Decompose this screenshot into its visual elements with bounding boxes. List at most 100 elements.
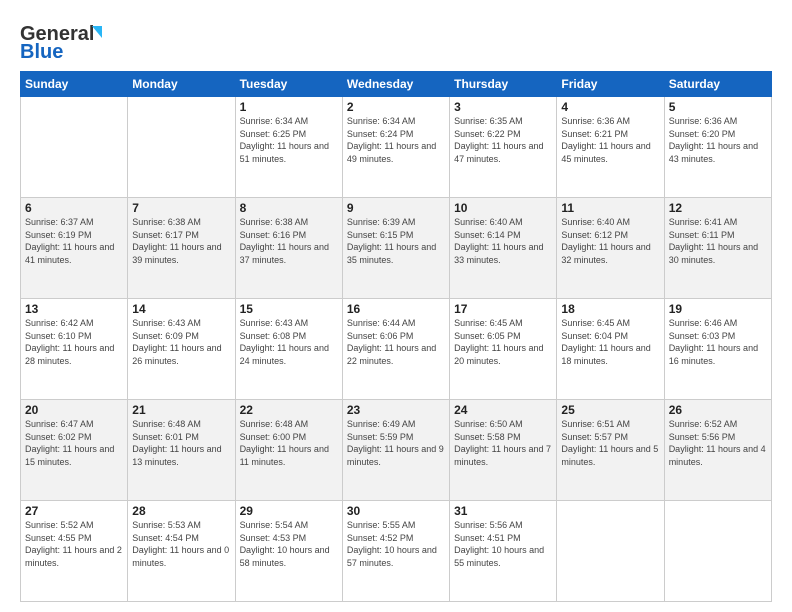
calendar-cell <box>128 97 235 198</box>
day-number: 7 <box>132 201 230 215</box>
day-info: Sunrise: 6:34 AM Sunset: 6:24 PM Dayligh… <box>347 115 445 165</box>
calendar-cell: 7Sunrise: 6:38 AM Sunset: 6:17 PM Daylig… <box>128 198 235 299</box>
weekday-header: Sunday <box>21 72 128 97</box>
day-info: Sunrise: 6:40 AM Sunset: 6:14 PM Dayligh… <box>454 216 552 266</box>
calendar-cell: 19Sunrise: 6:46 AM Sunset: 6:03 PM Dayli… <box>664 299 771 400</box>
day-info: Sunrise: 6:50 AM Sunset: 5:58 PM Dayligh… <box>454 418 552 468</box>
day-number: 24 <box>454 403 552 417</box>
day-number: 28 <box>132 504 230 518</box>
day-number: 4 <box>561 100 659 114</box>
calendar-cell: 21Sunrise: 6:48 AM Sunset: 6:01 PM Dayli… <box>128 400 235 501</box>
weekday-header: Saturday <box>664 72 771 97</box>
calendar-cell <box>557 501 664 602</box>
day-info: Sunrise: 5:55 AM Sunset: 4:52 PM Dayligh… <box>347 519 445 569</box>
calendar-cell: 15Sunrise: 6:43 AM Sunset: 6:08 PM Dayli… <box>235 299 342 400</box>
day-info: Sunrise: 6:48 AM Sunset: 6:01 PM Dayligh… <box>132 418 230 468</box>
day-number: 11 <box>561 201 659 215</box>
calendar-cell: 22Sunrise: 6:48 AM Sunset: 6:00 PM Dayli… <box>235 400 342 501</box>
weekday-header: Tuesday <box>235 72 342 97</box>
day-info: Sunrise: 6:43 AM Sunset: 6:09 PM Dayligh… <box>132 317 230 367</box>
calendar-cell: 6Sunrise: 6:37 AM Sunset: 6:19 PM Daylig… <box>21 198 128 299</box>
day-info: Sunrise: 6:42 AM Sunset: 6:10 PM Dayligh… <box>25 317 123 367</box>
day-info: Sunrise: 6:38 AM Sunset: 6:16 PM Dayligh… <box>240 216 338 266</box>
day-info: Sunrise: 6:34 AM Sunset: 6:25 PM Dayligh… <box>240 115 338 165</box>
calendar-cell: 25Sunrise: 6:51 AM Sunset: 5:57 PM Dayli… <box>557 400 664 501</box>
calendar-cell: 26Sunrise: 6:52 AM Sunset: 5:56 PM Dayli… <box>664 400 771 501</box>
day-info: Sunrise: 6:52 AM Sunset: 5:56 PM Dayligh… <box>669 418 767 468</box>
calendar-cell: 1Sunrise: 6:34 AM Sunset: 6:25 PM Daylig… <box>235 97 342 198</box>
day-info: Sunrise: 6:36 AM Sunset: 6:20 PM Dayligh… <box>669 115 767 165</box>
day-number: 25 <box>561 403 659 417</box>
header: General Blue <box>20 18 772 63</box>
day-number: 23 <box>347 403 445 417</box>
weekday-header-row: SundayMondayTuesdayWednesdayThursdayFrid… <box>21 72 772 97</box>
day-info: Sunrise: 5:56 AM Sunset: 4:51 PM Dayligh… <box>454 519 552 569</box>
day-info: Sunrise: 5:52 AM Sunset: 4:55 PM Dayligh… <box>25 519 123 569</box>
calendar-cell: 23Sunrise: 6:49 AM Sunset: 5:59 PM Dayli… <box>342 400 449 501</box>
day-number: 22 <box>240 403 338 417</box>
weekday-header: Friday <box>557 72 664 97</box>
day-number: 20 <box>25 403 123 417</box>
calendar-cell: 9Sunrise: 6:39 AM Sunset: 6:15 PM Daylig… <box>342 198 449 299</box>
day-number: 21 <box>132 403 230 417</box>
day-number: 10 <box>454 201 552 215</box>
day-info: Sunrise: 6:46 AM Sunset: 6:03 PM Dayligh… <box>669 317 767 367</box>
day-number: 2 <box>347 100 445 114</box>
calendar-cell: 12Sunrise: 6:41 AM Sunset: 6:11 PM Dayli… <box>664 198 771 299</box>
week-row: 27Sunrise: 5:52 AM Sunset: 4:55 PM Dayli… <box>21 501 772 602</box>
day-info: Sunrise: 6:36 AM Sunset: 6:21 PM Dayligh… <box>561 115 659 165</box>
day-number: 1 <box>240 100 338 114</box>
day-info: Sunrise: 6:41 AM Sunset: 6:11 PM Dayligh… <box>669 216 767 266</box>
calendar-table: SundayMondayTuesdayWednesdayThursdayFrid… <box>20 71 772 602</box>
day-number: 19 <box>669 302 767 316</box>
svg-text:Blue: Blue <box>20 41 63 63</box>
calendar-cell: 2Sunrise: 6:34 AM Sunset: 6:24 PM Daylig… <box>342 97 449 198</box>
day-number: 6 <box>25 201 123 215</box>
day-info: Sunrise: 6:44 AM Sunset: 6:06 PM Dayligh… <box>347 317 445 367</box>
day-number: 5 <box>669 100 767 114</box>
day-number: 31 <box>454 504 552 518</box>
logo-image: General Blue <box>20 18 120 63</box>
day-number: 16 <box>347 302 445 316</box>
day-info: Sunrise: 6:35 AM Sunset: 6:22 PM Dayligh… <box>454 115 552 165</box>
day-info: Sunrise: 6:38 AM Sunset: 6:17 PM Dayligh… <box>132 216 230 266</box>
day-info: Sunrise: 6:51 AM Sunset: 5:57 PM Dayligh… <box>561 418 659 468</box>
day-info: Sunrise: 5:54 AM Sunset: 4:53 PM Dayligh… <box>240 519 338 569</box>
calendar-cell: 11Sunrise: 6:40 AM Sunset: 6:12 PM Dayli… <box>557 198 664 299</box>
day-info: Sunrise: 6:49 AM Sunset: 5:59 PM Dayligh… <box>347 418 445 468</box>
day-info: Sunrise: 6:40 AM Sunset: 6:12 PM Dayligh… <box>561 216 659 266</box>
logo: General Blue <box>20 18 120 63</box>
day-info: Sunrise: 6:43 AM Sunset: 6:08 PM Dayligh… <box>240 317 338 367</box>
day-number: 14 <box>132 302 230 316</box>
calendar-cell: 5Sunrise: 6:36 AM Sunset: 6:20 PM Daylig… <box>664 97 771 198</box>
calendar-cell: 13Sunrise: 6:42 AM Sunset: 6:10 PM Dayli… <box>21 299 128 400</box>
weekday-header: Monday <box>128 72 235 97</box>
day-number: 18 <box>561 302 659 316</box>
day-number: 29 <box>240 504 338 518</box>
calendar-cell: 3Sunrise: 6:35 AM Sunset: 6:22 PM Daylig… <box>450 97 557 198</box>
weekday-header: Thursday <box>450 72 557 97</box>
day-info: Sunrise: 6:45 AM Sunset: 6:05 PM Dayligh… <box>454 317 552 367</box>
calendar-cell: 17Sunrise: 6:45 AM Sunset: 6:05 PM Dayli… <box>450 299 557 400</box>
week-row: 13Sunrise: 6:42 AM Sunset: 6:10 PM Dayli… <box>21 299 772 400</box>
day-number: 8 <box>240 201 338 215</box>
calendar-cell: 27Sunrise: 5:52 AM Sunset: 4:55 PM Dayli… <box>21 501 128 602</box>
calendar-cell: 24Sunrise: 6:50 AM Sunset: 5:58 PM Dayli… <box>450 400 557 501</box>
day-number: 9 <box>347 201 445 215</box>
weekday-header: Wednesday <box>342 72 449 97</box>
day-info: Sunrise: 6:47 AM Sunset: 6:02 PM Dayligh… <box>25 418 123 468</box>
day-number: 13 <box>25 302 123 316</box>
day-number: 17 <box>454 302 552 316</box>
calendar-cell: 28Sunrise: 5:53 AM Sunset: 4:54 PM Dayli… <box>128 501 235 602</box>
calendar-cell: 16Sunrise: 6:44 AM Sunset: 6:06 PM Dayli… <box>342 299 449 400</box>
page: General Blue SundayMondayTuesdayWednesda… <box>0 0 792 612</box>
day-info: Sunrise: 5:53 AM Sunset: 4:54 PM Dayligh… <box>132 519 230 569</box>
calendar-cell: 20Sunrise: 6:47 AM Sunset: 6:02 PM Dayli… <box>21 400 128 501</box>
week-row: 20Sunrise: 6:47 AM Sunset: 6:02 PM Dayli… <box>21 400 772 501</box>
day-number: 15 <box>240 302 338 316</box>
calendar-cell: 4Sunrise: 6:36 AM Sunset: 6:21 PM Daylig… <box>557 97 664 198</box>
calendar-cell: 31Sunrise: 5:56 AM Sunset: 4:51 PM Dayli… <box>450 501 557 602</box>
calendar-cell <box>664 501 771 602</box>
day-number: 12 <box>669 201 767 215</box>
calendar-cell <box>21 97 128 198</box>
